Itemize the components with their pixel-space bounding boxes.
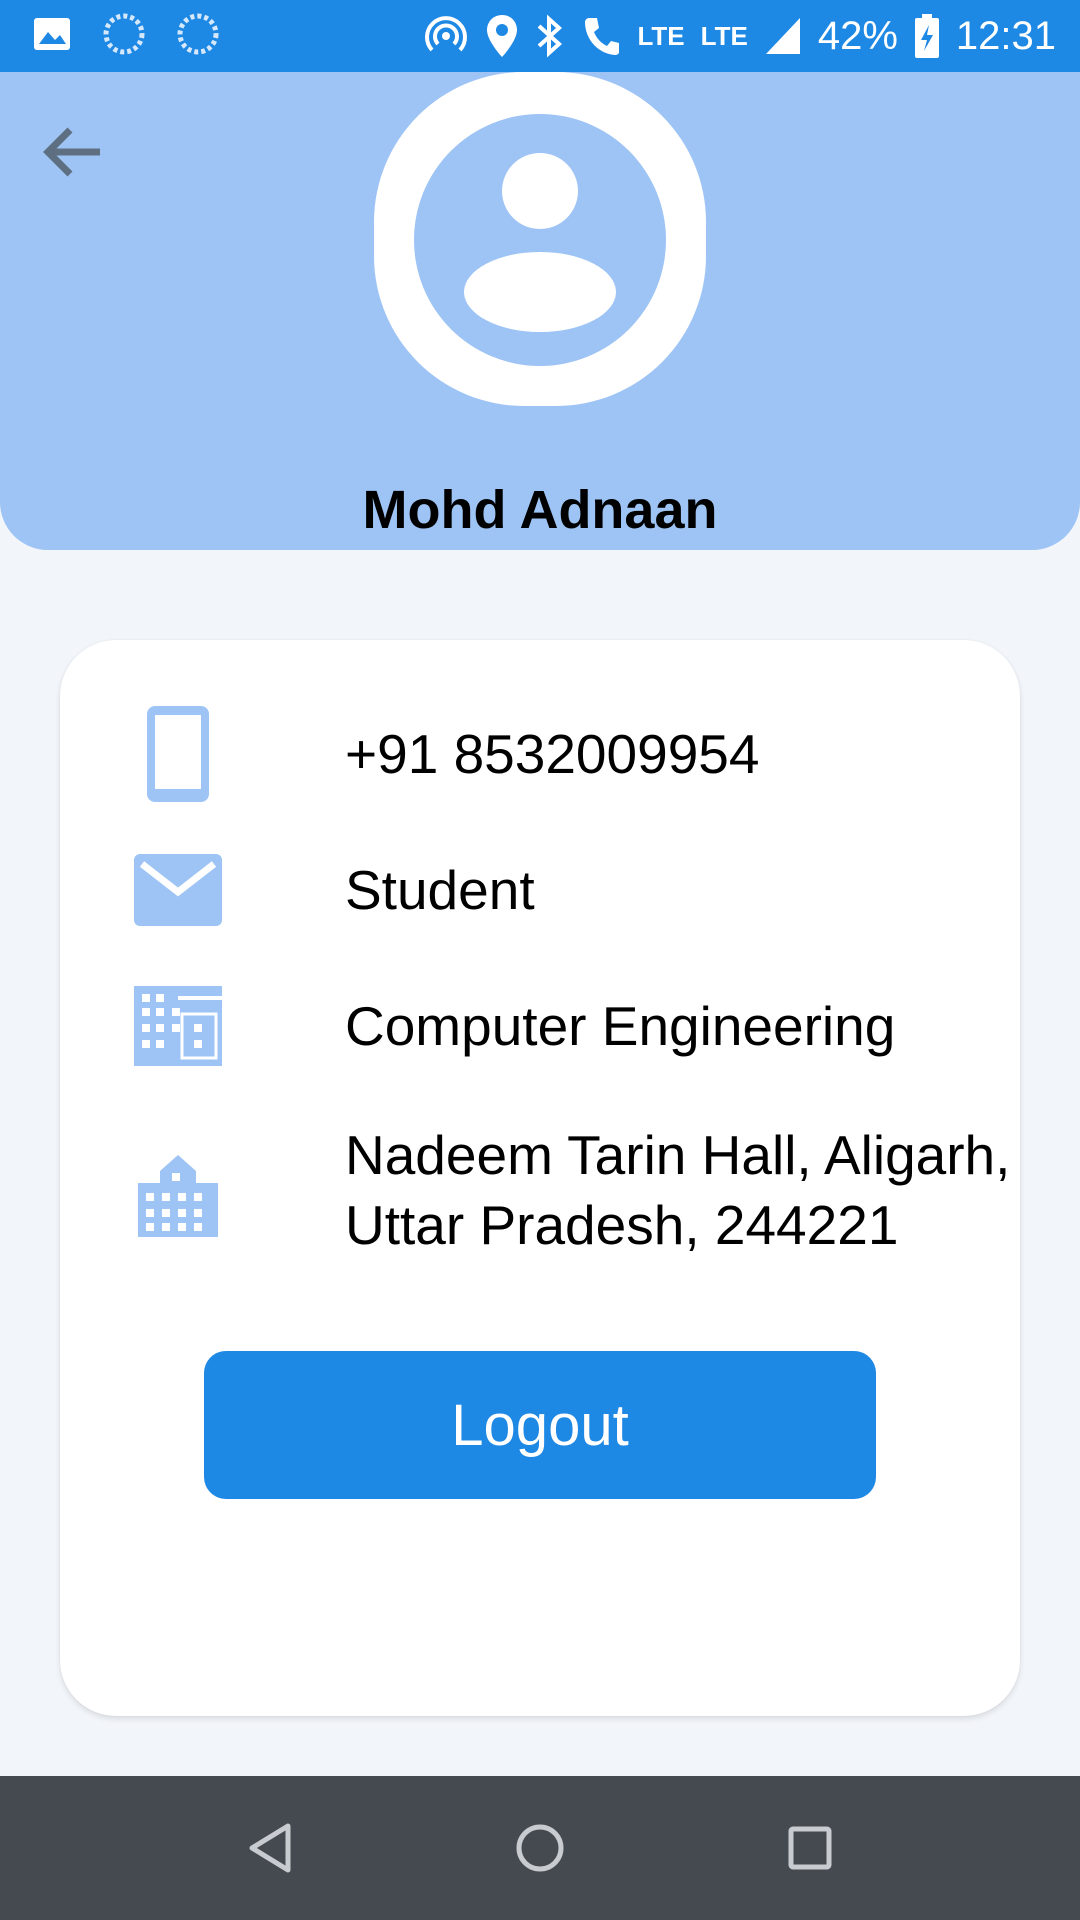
address-line-1: Nadeem Tarin Hall, Aligarh,	[345, 1124, 1011, 1186]
sync-icon	[177, 13, 219, 55]
navigation-bar	[0, 1776, 1080, 1920]
hotspot-icon	[425, 16, 468, 52]
phone-row: +91 8532009954	[128, 706, 759, 802]
profile-details-card: +91 8532009954 Student Computer Engineer…	[60, 640, 1020, 1716]
sync-icon	[103, 13, 145, 55]
apartment-icon	[138, 1155, 218, 1237]
nav-recents-button[interactable]	[770, 1808, 850, 1888]
notification-icons	[32, 12, 220, 56]
avatar	[374, 72, 706, 406]
clock: 12:31	[955, 13, 1056, 58]
lte-label: LTE	[700, 20, 748, 51]
system-icons: LTE LTE 42% 12:31	[423, 0, 1056, 72]
nav-back-button[interactable]	[230, 1808, 310, 1888]
bluetooth-icon	[538, 14, 563, 58]
back-button[interactable]	[30, 110, 114, 194]
nav-home-icon	[516, 1824, 564, 1872]
avatar-icon	[374, 72, 706, 406]
image-icon	[34, 18, 70, 50]
nav-home-button[interactable]	[500, 1808, 580, 1888]
address-line-2: Uttar Pradesh, 244221	[345, 1194, 899, 1256]
nav-recents-icon	[788, 1826, 832, 1870]
mail-icon	[134, 854, 222, 926]
location-icon	[487, 15, 518, 57]
role-row: Student	[128, 854, 535, 926]
logout-button[interactable]: Logout	[204, 1351, 876, 1499]
lte-label: LTE	[637, 20, 685, 51]
battery-percentage: 42%	[817, 13, 898, 58]
business-icon	[134, 986, 222, 1066]
department-text: Computer Engineering	[345, 995, 896, 1057]
phone-icon	[585, 18, 620, 55]
status-bar: LTE LTE 42% 12:31	[0, 0, 1080, 72]
battery-icon	[914, 14, 939, 58]
mobile-phone-icon	[147, 706, 209, 802]
address-row: Nadeem Tarin Hall, Aligarh, Uttar Prades…	[128, 1120, 1010, 1260]
role-text: Student	[345, 859, 535, 921]
nav-back-icon	[249, 1823, 291, 1873]
back-arrow-icon	[43, 127, 100, 177]
user-name: Mohd Adnaan	[362, 480, 718, 540]
phone-number: +91 8532009954	[345, 723, 760, 785]
department-row: Computer Engineering	[128, 986, 895, 1066]
signal-icon	[765, 18, 800, 54]
